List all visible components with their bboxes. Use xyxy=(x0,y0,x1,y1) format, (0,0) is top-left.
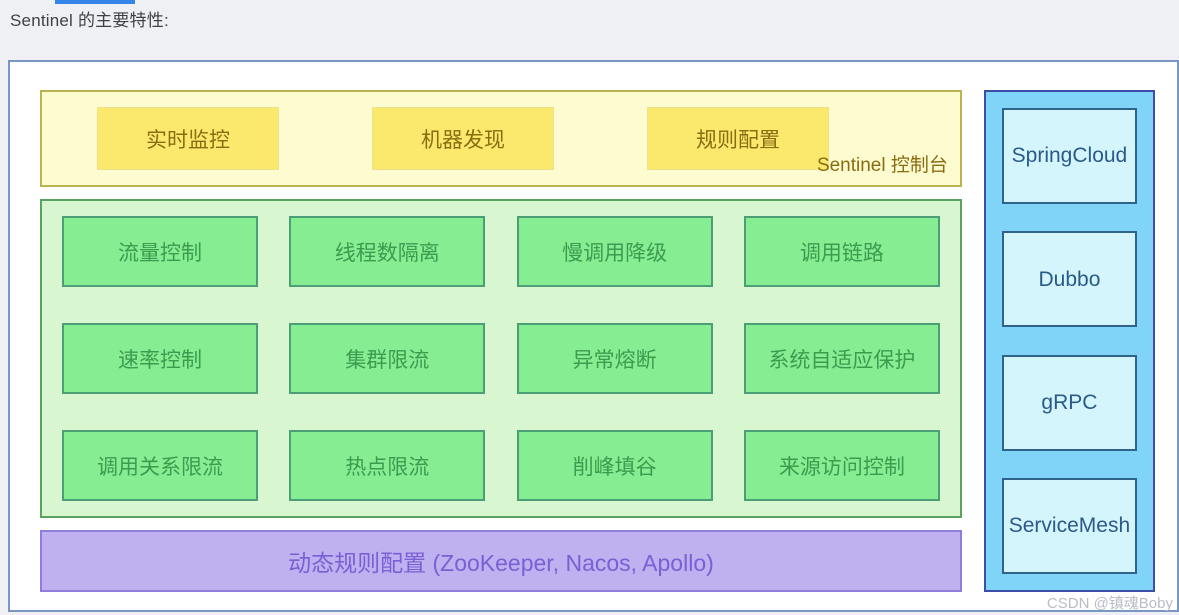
feature-flow-control[interactable]: 流量控制 xyxy=(62,216,258,287)
adapter-service-mesh-line1: Service xyxy=(1008,514,1079,538)
feature-call-chain[interactable]: 调用链路 xyxy=(743,216,940,287)
dynamic-rule-config-bar[interactable]: 动态规则配置 (ZooKeeper, Nacos, Apollo) xyxy=(40,530,962,592)
adapter-spring-cloud-line2: Cloud xyxy=(1072,144,1128,168)
console-feature-rule-configuration[interactable]: 规则配置 xyxy=(647,107,829,170)
top-blue-accent-bar xyxy=(55,0,135,4)
feature-cluster-flow-limit[interactable]: 集群限流 xyxy=(289,323,486,394)
console-feature-realtime-monitoring[interactable]: 实时监控 xyxy=(97,107,279,170)
page-caption: Sentinel 的主要特性: xyxy=(10,11,169,30)
sentinel-console-label: Sentinel 控制台 xyxy=(816,155,948,176)
feature-rate-control[interactable]: 速率控制 xyxy=(62,323,258,394)
feature-row: 调用关系限流 热点限流 削峰填谷 来源访问控制 xyxy=(62,430,940,501)
feature-exception-circuit-break[interactable]: 异常熔断 xyxy=(516,323,713,394)
feature-system-adaptive-protection[interactable]: 系统自适应保护 xyxy=(743,323,940,394)
adapter-service-mesh-line2: Mesh xyxy=(1078,514,1131,538)
feature-row: 速率控制 集群限流 异常熔断 系统自适应保护 xyxy=(62,323,940,394)
adapter-dubbo-line1: Dubbo xyxy=(1038,267,1101,291)
csdn-watermark: CSDN @镇魂Boby xyxy=(1046,595,1173,612)
feature-row: 流量控制 线程数隔离 慢调用降级 调用链路 xyxy=(62,216,940,287)
feature-relation-flow-limit[interactable]: 调用关系限流 xyxy=(62,430,258,501)
feature-hotspot-flow-limit[interactable]: 热点限流 xyxy=(289,430,486,501)
feature-slow-call-degrade[interactable]: 慢调用降级 xyxy=(516,216,713,287)
feature-peak-shaving[interactable]: 削峰填谷 xyxy=(516,430,713,501)
adapter-grpc[interactable]: gRPC xyxy=(1001,354,1137,451)
adapter-service-mesh[interactable]: Service Mesh xyxy=(1001,477,1137,574)
adapter-spring-cloud[interactable]: Spring Cloud xyxy=(1001,108,1137,204)
feature-thread-isolation[interactable]: 线程数隔离 xyxy=(289,216,486,287)
adapter-spring-cloud-line1: Spring xyxy=(1011,144,1073,168)
sentinel-core-stack: 实时监控 机器发现 规则配置 Sentinel 控制台 流量控制 线程数隔离 慢… xyxy=(40,90,962,592)
diagram-content: 实时监控 机器发现 规则配置 Sentinel 控制台 流量控制 线程数隔离 慢… xyxy=(10,62,1177,610)
console-feature-machine-discovery[interactable]: 机器发现 xyxy=(372,107,554,170)
architecture-diagram-frame: 实时监控 机器发现 规则配置 Sentinel 控制台 流量控制 线程数隔离 慢… xyxy=(8,60,1179,612)
sentinel-feature-grid-panel: 流量控制 线程数隔离 慢调用降级 调用链路 速率控制 集群限流 异常熔断 系统自… xyxy=(40,199,962,518)
adapter-dubbo[interactable]: Dubbo xyxy=(1001,231,1137,328)
feature-origin-access-control[interactable]: 来源访问控制 xyxy=(743,430,940,501)
sentinel-console-panel: 实时监控 机器发现 规则配置 Sentinel 控制台 xyxy=(40,90,962,187)
adapter-frameworks-column: Spring Cloud Dubbo gRPC Service Mesh xyxy=(983,90,1155,592)
adapter-grpc-line1: gRPC xyxy=(1041,391,1098,415)
